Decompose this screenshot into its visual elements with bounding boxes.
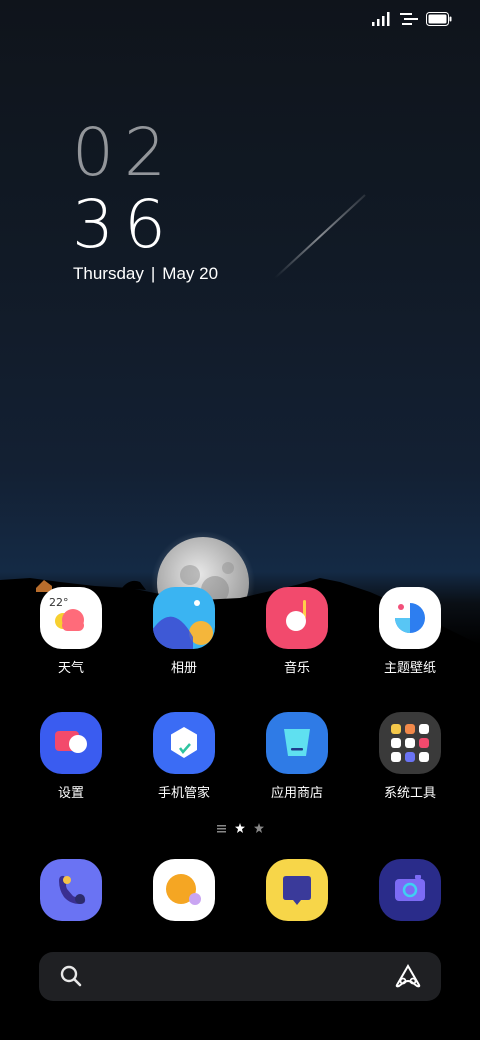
- app-label: 音乐: [283, 661, 310, 676]
- app-gallery[interactable]: 相册: [134, 587, 234, 676]
- status-bar: [372, 8, 452, 30]
- folder-system-tools[interactable]: 系统工具: [360, 712, 460, 801]
- themes-icon: [379, 587, 441, 649]
- signal-icon: [372, 12, 390, 26]
- network-icon: [400, 13, 418, 25]
- app-label: 设置: [57, 786, 84, 801]
- camera-icon: [379, 859, 441, 921]
- app-store-icon: [266, 712, 328, 774]
- app-label: 天气: [57, 661, 84, 676]
- app-weather[interactable]: 22° 天气: [21, 587, 121, 676]
- music-icon: [266, 587, 328, 649]
- clock-widget[interactable]: 02 36: [72, 118, 176, 260]
- feed-page-icon[interactable]: [216, 824, 226, 833]
- clock-hour: 02: [72, 114, 176, 191]
- weather-icon: 22°: [40, 587, 102, 649]
- date-weekday: Thursday: [73, 264, 144, 283]
- date-day: May 20: [162, 264, 219, 283]
- app-label: 系统工具: [383, 786, 436, 801]
- search-icon[interactable]: [59, 964, 83, 988]
- app-label: 手机管家: [157, 786, 210, 801]
- gallery-icon: [153, 587, 215, 649]
- page-indicator[interactable]: [0, 823, 480, 833]
- app-label: 主题壁纸: [383, 661, 436, 676]
- home-page-dot[interactable]: [253, 823, 264, 833]
- shooting-star-decoration: [274, 194, 366, 279]
- dock-browser[interactable]: [134, 859, 234, 921]
- date-label: Thursday | May 20: [73, 264, 218, 284]
- app-label: 应用商店: [270, 786, 323, 801]
- app-label: 相册: [170, 661, 197, 676]
- battery-icon: [426, 12, 452, 26]
- clock-minute: 36: [72, 186, 176, 263]
- dock-camera[interactable]: [360, 859, 460, 921]
- app-store[interactable]: 应用商店: [247, 712, 347, 801]
- tools-folder-icon: [379, 712, 441, 774]
- home-page-dot-active[interactable]: [234, 823, 245, 833]
- app-music[interactable]: 音乐: [247, 587, 347, 676]
- search-bar[interactable]: [39, 952, 441, 1001]
- security-icon: [153, 712, 215, 774]
- settings-icon: [40, 712, 102, 774]
- browser-icon: [153, 859, 215, 921]
- phone-icon: [40, 859, 102, 921]
- dock-messages[interactable]: [247, 859, 347, 921]
- app-settings[interactable]: 设置: [21, 712, 121, 801]
- assistant-icon[interactable]: [395, 964, 421, 988]
- app-themes[interactable]: 主题壁纸: [360, 587, 460, 676]
- dock-phone[interactable]: [21, 859, 121, 921]
- app-security[interactable]: 手机管家: [134, 712, 234, 801]
- date-separator: |: [150, 264, 156, 283]
- messages-icon: [266, 859, 328, 921]
